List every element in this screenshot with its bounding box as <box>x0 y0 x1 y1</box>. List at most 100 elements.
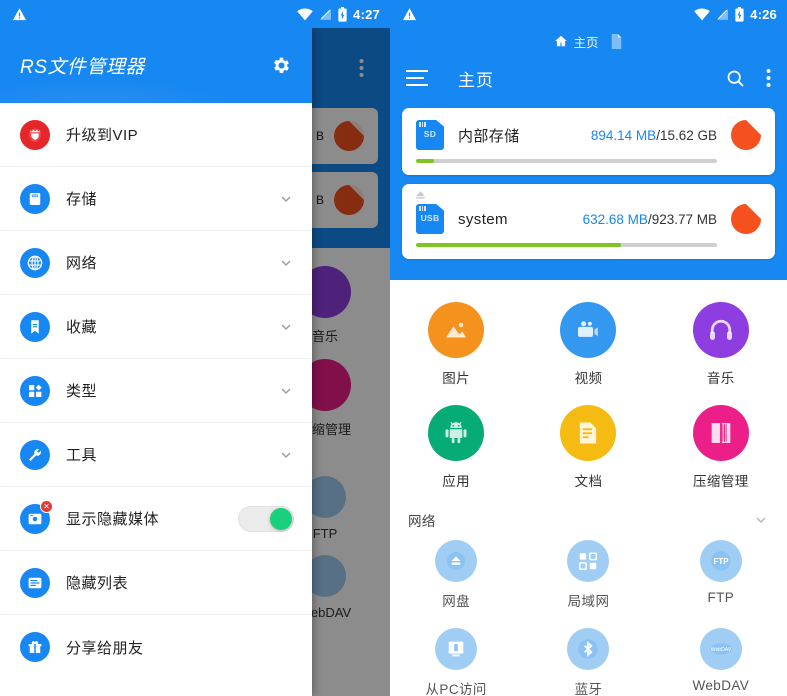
file-icon[interactable] <box>610 33 623 49</box>
wifi-icon <box>297 7 313 21</box>
sidebar-item-share[interactable]: 分享给朋友 <box>0 615 312 679</box>
storage-name: system <box>458 210 508 228</box>
sd-card-badge: SD <box>423 129 437 139</box>
sidebar-item-types[interactable]: 类型 <box>0 359 312 423</box>
category-label: 压缩管理 <box>693 474 749 489</box>
storage-card-internal[interactable]: SD 内部存储 894.14 MB/15.62 GB <box>402 108 775 175</box>
sidebar-item-show-hidden-media[interactable]: ✕ 显示隐藏媒体 <box>0 487 312 551</box>
category-item-images[interactable]: 图片 <box>390 294 522 397</box>
category-item-music[interactable]: 音乐 <box>655 294 787 397</box>
pc-access-icon <box>435 628 478 670</box>
storage-icon <box>20 183 50 214</box>
chevron-down-icon[interactable] <box>278 383 294 399</box>
drawer-menu: 升级到VIP 存储 网络 收藏 类型 工具 ✕ 显示隐藏媒体 隐藏列表 分享给朋… <box>0 103 312 679</box>
network-item-bluetooth[interactable]: 蓝牙 <box>522 620 654 696</box>
app-bar-actions <box>725 68 771 89</box>
sidebar-item-favorites[interactable]: 收藏 <box>0 295 312 359</box>
network-item-lan[interactable]: 局域网 <box>522 532 654 620</box>
breadcrumb[interactable]: 主页 <box>390 28 787 54</box>
svg-text:FTP: FTP <box>713 557 729 566</box>
left-status-bar: 4:27 <box>0 0 390 28</box>
storage-card-row: SD 内部存储 894.14 MB/15.62 GB <box>416 120 761 150</box>
sidebar-item-storage[interactable]: 存储 <box>0 167 312 231</box>
network-grid: 网盘 局域网 FTP FTP 从PC访问 蓝牙 WebDAV WebDAV <box>390 532 787 696</box>
document-icon <box>560 405 617 461</box>
chevron-down-icon[interactable] <box>278 447 294 463</box>
bookmark-icon <box>20 311 50 342</box>
sidebar-item-network[interactable]: 网络 <box>0 231 312 295</box>
sidebar-item-label: 类型 <box>66 383 98 400</box>
toggle-knob <box>270 507 292 530</box>
network-section-title: 网络 <box>408 514 436 529</box>
chevron-down-icon[interactable] <box>278 191 294 207</box>
hidden-media-icon: ✕ <box>20 499 53 534</box>
storage-used: 632.68 MB <box>582 211 648 227</box>
left-phone-screen: 4:27 B B 音乐 压缩管理 FTP WebDAV RS文件管理器 升级到V… <box>0 0 390 696</box>
pie-chart-icon[interactable] <box>731 120 761 150</box>
storage-size: 894.14 MB/15.62 GB <box>591 128 717 143</box>
storage-card-system[interactable]: USB system 632.68 MB/923.77 MB <box>402 184 775 259</box>
network-item-ftp[interactable]: FTP FTP <box>655 532 787 620</box>
category-grid: 图片 视频 音乐 应用 文档 压缩管理 <box>390 294 787 500</box>
error-badge: ✕ <box>40 499 53 513</box>
sd-card-icon: SD <box>416 120 444 150</box>
category-item-documents[interactable]: 文档 <box>522 397 654 500</box>
vip-crown-icon <box>20 119 50 150</box>
sidebar-item-hidden-list[interactable]: 隐藏列表 <box>0 551 312 615</box>
category-item-archive[interactable]: 压缩管理 <box>655 397 787 500</box>
warning-triangle-icon <box>12 7 27 22</box>
category-item-videos[interactable]: 视频 <box>522 294 654 397</box>
hidden-list-icon <box>20 567 50 598</box>
network-label: 局域网 <box>567 594 610 609</box>
sidebar-item-label: 隐藏列表 <box>66 575 129 592</box>
pie-chart-icon[interactable] <box>731 204 761 234</box>
status-bar-left-icons <box>402 7 417 22</box>
wifi-icon <box>694 7 710 21</box>
category-item-apps[interactable]: 应用 <box>390 397 522 500</box>
chevron-down-icon[interactable] <box>753 512 769 528</box>
headphones-icon <box>692 302 749 358</box>
storage-total: 15.62 GB <box>659 127 717 143</box>
storage-name: 内部存储 <box>458 127 520 145</box>
right-phone-screen: 4:26 主页 主页 SD 内部存储 894.14 MB/15.62 GB US… <box>390 0 787 696</box>
webdav-icon: WebDAV <box>699 628 742 670</box>
sidebar-item-label: 网络 <box>66 255 98 272</box>
category-label: 视频 <box>574 371 603 386</box>
right-top-section: 主页 主页 SD 内部存储 894.14 MB/15.62 GB USB sys… <box>390 28 787 280</box>
hamburger-icon[interactable] <box>406 69 430 87</box>
show-hidden-media-toggle[interactable] <box>238 505 294 532</box>
svg-text:WebDAV: WebDAV <box>711 647 732 653</box>
storage-card-row: USB system 632.68 MB/923.77 MB <box>416 204 761 234</box>
network-section-header[interactable]: 网络 <box>390 500 787 532</box>
chevron-down-icon[interactable] <box>278 255 294 271</box>
network-item-pc-access[interactable]: 从PC访问 <box>390 620 522 696</box>
app-bar: 主页 <box>390 54 787 102</box>
cloud-drive-icon <box>435 540 478 582</box>
gear-icon[interactable] <box>271 55 292 76</box>
eject-icon[interactable] <box>414 188 427 201</box>
sidebar-item-tools[interactable]: 工具 <box>0 423 312 487</box>
network-label: WebDAV <box>692 678 750 693</box>
bluetooth-icon <box>567 628 610 670</box>
storage-used: 894.14 MB <box>590 127 657 143</box>
category-label: 音乐 <box>706 371 735 386</box>
video-icon <box>560 302 617 358</box>
warning-triangle-icon <box>402 7 417 22</box>
sidebar-item-vip[interactable]: 升级到VIP <box>0 103 312 167</box>
network-item-cloud-drive[interactable]: 网盘 <box>390 532 522 620</box>
right-status-bar: 4:26 <box>390 0 787 28</box>
breadcrumb-label[interactable]: 主页 <box>573 32 598 51</box>
chevron-down-icon[interactable] <box>278 319 294 335</box>
network-item-webdav[interactable]: WebDAV WebDAV <box>655 620 787 696</box>
status-bar-clock: 4:26 <box>750 6 777 22</box>
home-icon[interactable] <box>554 34 568 48</box>
android-icon <box>428 405 485 461</box>
main-content: 图片 视频 音乐 应用 文档 压缩管理 网络 网盘 局域网 FTP FTP 从P… <box>390 280 787 696</box>
usb-badge: USB <box>420 213 440 223</box>
wrench-icon <box>20 439 50 470</box>
lan-icon <box>567 540 610 582</box>
search-icon[interactable] <box>725 68 746 89</box>
more-vertical-icon[interactable] <box>766 68 771 88</box>
sidebar-item-label: 升级到VIP <box>66 127 139 144</box>
signal-off-icon <box>716 8 729 21</box>
